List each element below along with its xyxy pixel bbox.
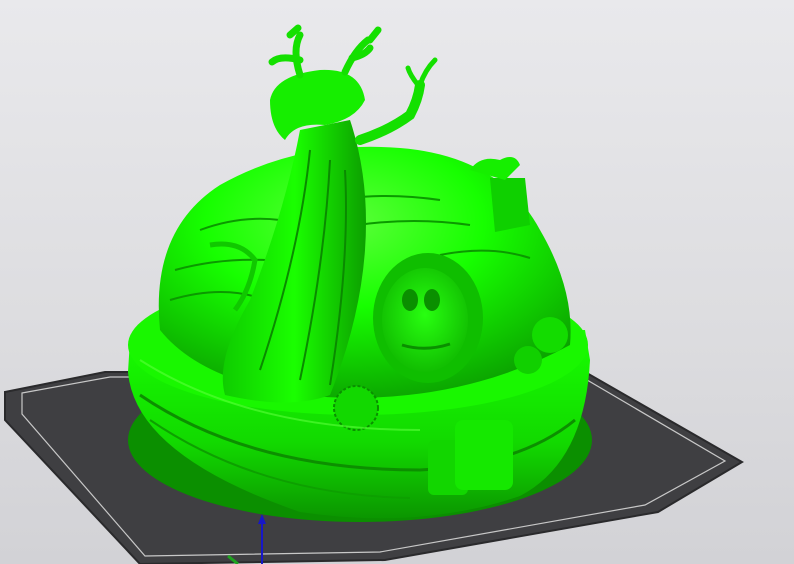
spiky-bush bbox=[333, 385, 379, 431]
chimney bbox=[490, 178, 530, 232]
right-bush bbox=[532, 317, 568, 353]
step-block-2 bbox=[455, 420, 513, 490]
door-eye-left bbox=[402, 289, 418, 311]
3d-viewport[interactable] bbox=[0, 0, 794, 564]
scene-canvas[interactable] bbox=[0, 0, 794, 564]
right-branch bbox=[355, 80, 425, 145]
round-door-inner bbox=[382, 268, 468, 372]
right-branch-tip bbox=[405, 57, 438, 88]
3d-model[interactable] bbox=[128, 24, 592, 522]
right-bush-2 bbox=[514, 346, 542, 374]
antler-branches bbox=[268, 24, 382, 79]
door-eye-right bbox=[424, 289, 440, 311]
